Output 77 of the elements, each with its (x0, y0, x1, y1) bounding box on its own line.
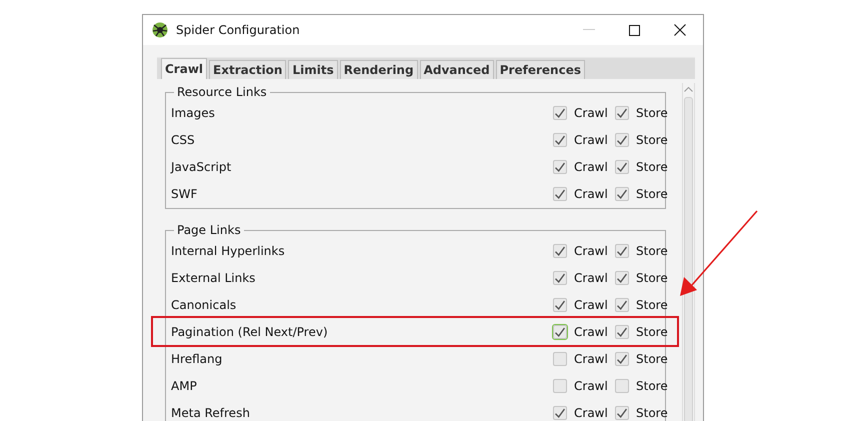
checkbox-label[interactable]: Store (636, 132, 666, 146)
check-icon (617, 272, 628, 282)
check-icon (617, 408, 628, 418)
checkbox-label[interactable]: Store (636, 406, 666, 420)
check-icon (555, 408, 566, 418)
checkbox-label[interactable]: Store (636, 106, 666, 120)
checkbox[interactable] (553, 186, 568, 200)
check-icon (555, 162, 566, 172)
checkbox[interactable] (553, 352, 568, 366)
scroll-thumb[interactable] (684, 97, 693, 421)
checkbox[interactable] (553, 298, 568, 312)
checkbox[interactable] (615, 106, 630, 120)
tab[interactable]: Extraction (209, 60, 286, 79)
setting-label: SWF (171, 186, 198, 200)
window-title: Spider Configuration (176, 23, 300, 37)
group-title: Page Links (176, 223, 242, 237)
checkbox[interactable] (615, 378, 630, 392)
checkbox-label[interactable]: Store (636, 352, 666, 366)
setting-label: Hreflang (171, 352, 224, 366)
checkbox-label[interactable]: Store (636, 378, 666, 392)
maximize-icon[interactable] (629, 24, 640, 36)
checkbox[interactable] (615, 270, 630, 284)
setting-label: Images (171, 106, 216, 120)
checkbox[interactable] (553, 106, 568, 120)
setting-label: CSS (171, 132, 196, 146)
check-icon (617, 162, 628, 172)
check-icon (555, 108, 566, 118)
setting-label: External Links (171, 270, 256, 284)
tab[interactable]: Rendering (340, 60, 418, 79)
close-icon[interactable] (674, 24, 686, 36)
setting-label: Canonicals (171, 298, 238, 312)
checkbox[interactable] (615, 132, 630, 146)
tab[interactable]: Preferences (496, 60, 585, 79)
checkbox[interactable] (553, 406, 568, 420)
tab[interactable]: Crawl (161, 58, 208, 79)
tab[interactable]: Advanced (420, 60, 494, 79)
check-icon (617, 246, 628, 256)
check-icon (617, 188, 628, 198)
check-icon (555, 188, 566, 198)
setting-label: Pagination (Rel Next/Prev) (171, 324, 329, 338)
checkbox-label[interactable]: Store (636, 186, 666, 200)
tab[interactable]: Limits (288, 60, 338, 79)
setting-label: JavaScript (171, 160, 232, 174)
check-icon (555, 326, 566, 336)
check-icon (617, 326, 628, 336)
setting-label: Meta Refresh (171, 406, 251, 420)
check-icon (555, 134, 566, 144)
checkbox[interactable] (615, 244, 630, 258)
checkbox[interactable] (615, 186, 630, 200)
setting-label: Internal Hyperlinks (171, 244, 286, 258)
checkbox[interactable] (553, 132, 568, 146)
checkbox[interactable] (553, 270, 568, 284)
checkbox-label[interactable]: Store (636, 244, 666, 258)
check-icon (555, 246, 566, 256)
checkbox[interactable] (615, 324, 630, 338)
checkbox[interactable] (615, 406, 630, 420)
checkbox-label[interactable]: Store (636, 160, 666, 174)
checkbox[interactable] (553, 160, 568, 174)
scrollbar[interactable] (682, 83, 695, 421)
check-icon (555, 300, 566, 310)
checkbox[interactable] (553, 244, 568, 258)
group-title: Resource Links (176, 85, 268, 99)
checkbox[interactable] (615, 160, 630, 174)
scroll-up-icon[interactable] (684, 87, 693, 92)
check-icon (617, 134, 628, 144)
check-icon (617, 354, 628, 364)
checkbox-label[interactable]: Store (636, 270, 666, 284)
check-icon (555, 272, 566, 282)
check-icon (617, 108, 628, 118)
setting-label: AMP (171, 378, 198, 392)
checkbox-label[interactable]: Store (636, 298, 666, 312)
checkbox-label[interactable]: Store (636, 324, 666, 338)
check-icon (617, 300, 628, 310)
checkbox[interactable] (615, 352, 630, 366)
spider-icon (152, 22, 168, 38)
checkbox[interactable] (553, 378, 568, 392)
checkbox[interactable] (615, 298, 630, 312)
